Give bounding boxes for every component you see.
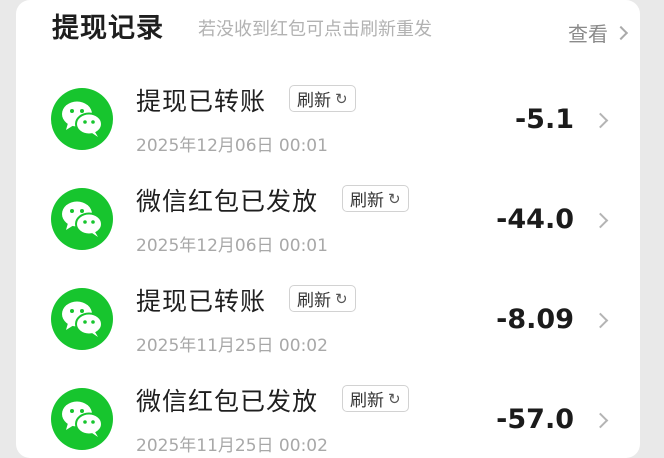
record-amount: -8.09 bbox=[496, 304, 574, 335]
record-amount: -57.0 bbox=[496, 404, 574, 435]
wechat-icon bbox=[51, 88, 113, 150]
refresh-icon: ↻ bbox=[335, 289, 348, 308]
page-subtitle: 若没收到红包可点击刷新重发 bbox=[198, 19, 432, 40]
chevron-right-icon bbox=[592, 112, 609, 129]
chevron-right-icon bbox=[592, 312, 609, 329]
wechat-icon bbox=[51, 388, 113, 450]
record-amount: -44.0 bbox=[496, 204, 574, 235]
wechat-icon bbox=[51, 188, 113, 250]
refresh-label: 刷新 bbox=[297, 91, 331, 111]
record-row[interactable]: 提现已转账 刷新 ↻ 2025年11月25日 00:02 -8.09 bbox=[16, 268, 640, 366]
refresh-icon: ↻ bbox=[335, 89, 348, 108]
chevron-right-icon bbox=[592, 412, 609, 429]
chevron-right-icon bbox=[613, 25, 629, 40]
view-all-link[interactable]: 查看 bbox=[568, 18, 629, 47]
record-amount: -5.1 bbox=[514, 104, 574, 135]
refresh-icon: ↻ bbox=[388, 389, 401, 408]
record-date: 2025年12月06日 00:01 bbox=[136, 136, 328, 156]
refresh-button[interactable]: 刷新 ↻ bbox=[342, 185, 409, 212]
page-title: 提现记录 bbox=[52, 13, 164, 44]
withdrawal-records-card: 提现记录 若没收到红包可点击刷新重发 查看 提现已转账 刷新 ↻ 2025年12… bbox=[16, 0, 640, 458]
record-date: 2025年11月25日 00:02 bbox=[136, 336, 328, 356]
record-row[interactable]: 微信红包已发放 刷新 ↻ 2025年11月25日 00:02 -57.0 bbox=[16, 368, 640, 458]
record-title: 微信红包已发放 bbox=[136, 187, 319, 216]
wechat-icon bbox=[51, 288, 113, 350]
refresh-button[interactable]: 刷新 ↻ bbox=[289, 85, 356, 112]
refresh-button[interactable]: 刷新 ↻ bbox=[289, 285, 356, 312]
record-title: 微信红包已发放 bbox=[136, 387, 319, 416]
refresh-icon: ↻ bbox=[388, 189, 401, 208]
record-title: 提现已转账 bbox=[136, 87, 267, 116]
record-title: 提现已转账 bbox=[136, 287, 267, 316]
records-header: 提现记录 若没收到红包可点击刷新重发 查看 bbox=[52, 2, 632, 52]
refresh-label: 刷新 bbox=[350, 191, 384, 211]
refresh-label: 刷新 bbox=[350, 391, 384, 411]
record-row[interactable]: 微信红包已发放 刷新 ↻ 2025年12月06日 00:01 -44.0 bbox=[16, 168, 640, 266]
refresh-button[interactable]: 刷新 ↻ bbox=[342, 385, 409, 412]
record-date: 2025年11月25日 00:02 bbox=[136, 436, 328, 456]
record-date: 2025年12月06日 00:01 bbox=[136, 236, 328, 256]
record-row[interactable]: 提现已转账 刷新 ↻ 2025年12月06日 00:01 -5.1 bbox=[16, 68, 640, 166]
refresh-label: 刷新 bbox=[297, 291, 331, 311]
view-all-label: 查看 bbox=[568, 22, 608, 46]
chevron-right-icon bbox=[592, 212, 609, 229]
